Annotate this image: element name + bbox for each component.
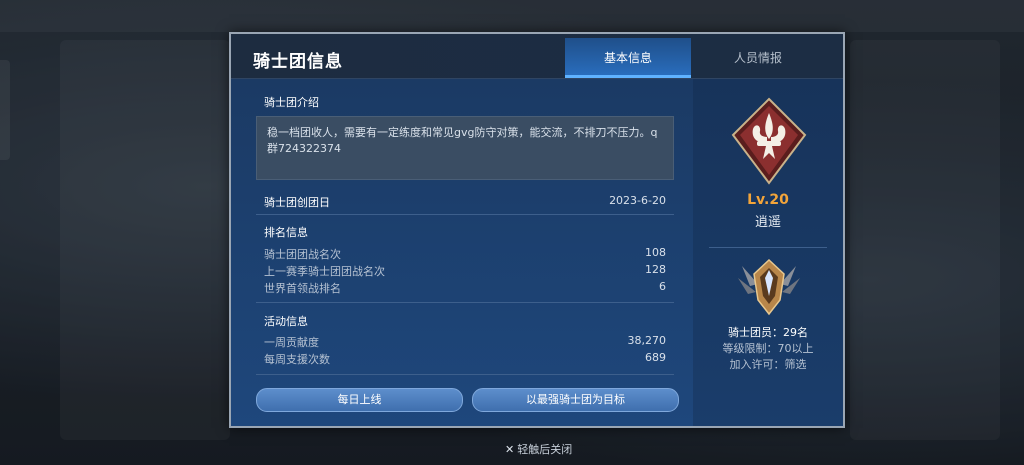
ranking-label: 世界首领战排名 xyxy=(264,282,341,295)
activity-heading: 活动信息 xyxy=(264,315,308,328)
guild-level: Lv.20 xyxy=(747,192,789,208)
divider xyxy=(256,214,674,215)
activity-label: 一周贡献度 xyxy=(264,336,319,349)
ranking-label: 上一赛季骑士团团战名次 xyxy=(264,265,385,278)
activity-value: 38,270 xyxy=(627,334,667,347)
tap-to-close-hint[interactable]: ✕ 轻触后关闭 xyxy=(505,441,572,457)
guild-name: 逍遥 xyxy=(754,215,781,230)
ranking-value: 128 xyxy=(645,263,666,276)
founded-date: 2023-6-20 xyxy=(609,194,666,207)
side-edge-handle xyxy=(0,60,10,160)
background-panel-right xyxy=(850,40,1000,440)
ranking-label: 骑士团团战名次 xyxy=(264,248,341,261)
background-panel-left xyxy=(60,40,230,440)
guild-join-permission: 加入许可：筛选 xyxy=(729,358,807,371)
divider xyxy=(709,247,827,248)
divider xyxy=(256,302,674,303)
background-top-bar xyxy=(0,0,1024,32)
close-hint-label: 轻触后关闭 xyxy=(517,443,573,456)
strongest-goal-button[interactable]: 以最强骑士团为目标 xyxy=(472,388,679,412)
guild-members-count: 骑士团员：29名 xyxy=(728,326,808,339)
ranking-value: 108 xyxy=(645,246,666,259)
intro-heading: 骑士团介绍 xyxy=(264,96,319,109)
activity-value: 689 xyxy=(645,351,666,364)
guild-info-dialog: 骑士团信息 基本信息 人员情报 骑士团介绍 稳一档团收人，需要有一定练度和常见g… xyxy=(229,32,845,428)
dialog-title: 骑士团信息 xyxy=(253,52,343,72)
rank-badge-icon xyxy=(738,258,800,316)
ranking-value: 6 xyxy=(659,280,666,293)
guild-emblem-icon xyxy=(731,97,807,185)
ranking-heading: 排名信息 xyxy=(264,226,308,239)
intro-description: 稳一档团收人，需要有一定练度和常见gvg防守对策，能交流，不排刀不压力。q群72… xyxy=(256,116,674,180)
tab-basic-info[interactable]: 基本信息 xyxy=(565,38,691,78)
daily-online-button[interactable]: 每日上线 xyxy=(256,388,463,412)
guild-level-limit: 等级限制：70以上 xyxy=(722,342,814,355)
dialog-header: 骑士团信息 基本信息 人员情报 xyxy=(231,34,843,79)
founded-label: 骑士团创团日 xyxy=(264,196,330,209)
tab-member-info[interactable]: 人员情报 xyxy=(693,38,823,78)
close-icon: ✕ xyxy=(505,443,515,456)
divider xyxy=(256,374,674,375)
activity-label: 每周支援次数 xyxy=(264,353,330,366)
